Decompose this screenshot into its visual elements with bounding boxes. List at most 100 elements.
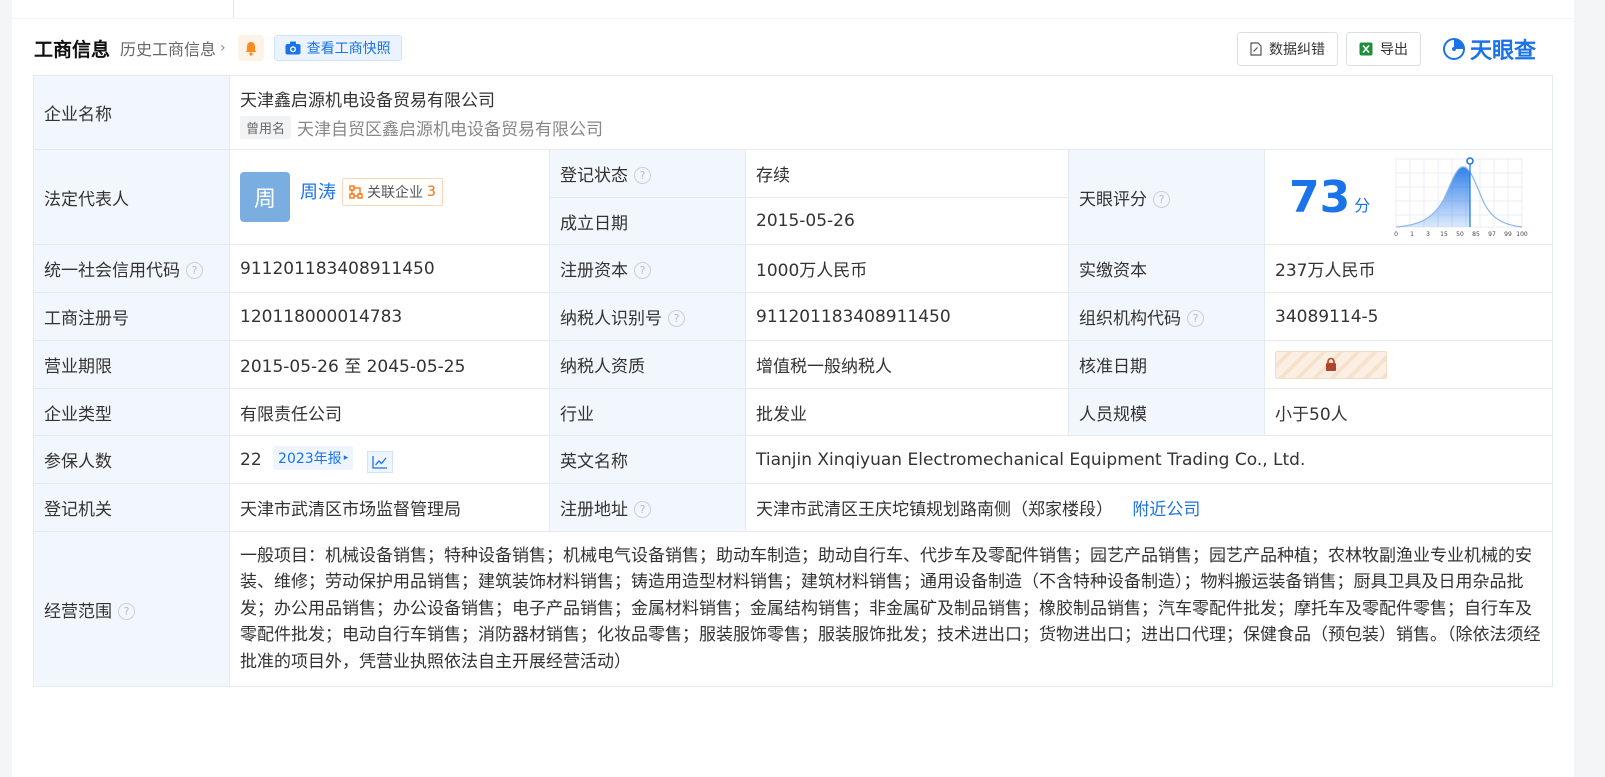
svg-text:15: 15	[1440, 231, 1448, 238]
svg-text:97: 97	[1488, 231, 1496, 238]
document-edit-icon	[1250, 42, 1262, 56]
company-type-label: 企业类型	[33, 388, 230, 436]
score-unit: 分	[1354, 196, 1371, 215]
insured-value: 22	[240, 450, 262, 470]
monitor-bell-button[interactable]	[237, 35, 264, 61]
locked-value[interactable]	[1275, 350, 1387, 379]
eye-logo-icon	[1442, 38, 1465, 60]
legal-rep: 周 周涛 关联企业 3	[240, 172, 539, 222]
bell-icon	[245, 41, 257, 56]
snapshot-label: 查看工商快照	[306, 41, 391, 57]
network-icon	[349, 185, 363, 199]
approve-date-cell	[1263, 340, 1554, 389]
camera-icon	[285, 41, 301, 55]
export-button[interactable]: 导出	[1345, 32, 1421, 66]
reg-number-value: 120118000014783	[229, 292, 550, 341]
credit-code-label: 统一社会信用代码	[44, 261, 180, 281]
company-name-label: 企业名称	[33, 75, 230, 150]
help-icon[interactable]: ?	[118, 602, 135, 620]
industry-label: 行业	[549, 388, 746, 436]
reg-capital-label-cell: 注册资本?	[549, 244, 746, 293]
table-row: 企业类型 有限责任公司 行业 批发业 人员规模 小于50人	[33, 388, 1554, 436]
trend-chart-button[interactable]	[366, 451, 393, 473]
top-tab-strip	[12, 0, 1574, 18]
excel-icon	[1359, 42, 1373, 56]
logo-text: 天眼查	[1469, 39, 1536, 64]
status-value: 存续	[745, 149, 1069, 198]
table-row: 登记机关 天津市武清区市场监督管理局 注册地址? 天津市武清区王庆坨镇规划路南侧…	[33, 483, 1554, 532]
paid-capital-label: 实缴资本	[1068, 244, 1265, 293]
help-icon[interactable]: ?	[634, 167, 651, 184]
avatar[interactable]: 周	[240, 172, 290, 222]
address-label: 注册地址	[560, 500, 628, 520]
score-value: 73	[1289, 171, 1351, 223]
term-value: 2015-05-26 至 2045-05-25	[229, 340, 550, 389]
svg-text:3: 3	[1426, 231, 1430, 238]
help-icon[interactable]: ?	[634, 501, 651, 518]
snapshot-button[interactable]: 查看工商快照	[273, 35, 402, 61]
line-chart-icon	[371, 456, 387, 469]
company-type-value: 有限责任公司	[229, 388, 550, 436]
help-icon[interactable]: ?	[668, 310, 685, 327]
caret-right-icon: ▸	[343, 453, 349, 463]
tianyan-score[interactable]: 73 分 0 1 3 15 50 85 97 99 100	[1275, 155, 1542, 239]
status-label: 登记状态	[560, 166, 628, 186]
taxpayer-id-label: 纳税人识别号	[560, 309, 662, 329]
tianyancha-logo: 天眼查	[1441, 33, 1536, 65]
org-code-value: 34089114-5	[1263, 292, 1554, 341]
score-cell: 73 分 0 1 3 15 50 85 97 99 100	[1263, 149, 1554, 245]
section-header: 工商信息 历史工商信息 › 查看工商快照	[34, 33, 402, 63]
score-label-cell: 天眼评分?	[1068, 149, 1265, 245]
help-icon[interactable]: ?	[1187, 310, 1204, 327]
established-value: 2015-05-26	[745, 197, 1069, 245]
address-cell: 天津市武清区王庆坨镇规划路南侧（郑家楼段） 附近公司	[744, 483, 1554, 532]
paid-capital-value: 237万人民币	[1263, 244, 1554, 293]
legal-rep-name[interactable]: 周涛	[300, 178, 336, 204]
svg-text:1: 1	[1410, 231, 1414, 238]
credit-code-value: 911201183408911450	[229, 244, 550, 293]
svg-text:99: 99	[1504, 231, 1512, 238]
related-companies-badge[interactable]: 关联企业 3	[342, 178, 443, 206]
legal-rep-cell: 周 周涛 关联企业 3	[229, 149, 550, 245]
score-curve-ticks: 0 1 3 15 50 85 97 99 100	[1394, 231, 1528, 238]
chevron-right-icon: ›	[220, 40, 226, 56]
table-row: 经营范围? 一般项目：机械设备销售；特种设备销售；机械电气设备销售；助动车制造；…	[33, 531, 1554, 687]
english-name-value: Tianjin Xinqiyuan Electromechanical Equi…	[744, 435, 1554, 484]
help-icon[interactable]: ?	[634, 262, 651, 279]
scope-label-cell: 经营范围?	[33, 531, 230, 687]
nearby-companies-link[interactable]: 附近公司	[1132, 500, 1200, 520]
data-correction-label: 数据纠错	[1268, 42, 1325, 58]
staff-size-value: 小于50人	[1263, 388, 1554, 436]
table-row: 营业期限 2015-05-26 至 2045-05-25 纳税人资质 增值税一般…	[33, 340, 1554, 389]
table-row: 统一社会信用代码? 911201183408911450 注册资本? 1000万…	[33, 244, 1554, 293]
address-label-cell: 注册地址?	[549, 483, 746, 532]
taxpayer-id-value: 911201183408911450	[745, 292, 1069, 341]
established-label: 成立日期	[549, 197, 746, 245]
legal-rep-label: 法定代表人	[33, 149, 230, 245]
lock-icon	[1326, 357, 1336, 371]
table-row: 法定代表人 周 周涛 关联企业 3 登记状态? 存续 天眼评分? 73 分 0 …	[33, 149, 1554, 245]
related-count: 3	[427, 184, 436, 200]
svg-text:85: 85	[1472, 231, 1480, 238]
taxpayer-type-label: 纳税人资质	[549, 340, 746, 389]
reg-capital-label: 注册资本	[560, 261, 628, 281]
history-link-label: 历史工商信息	[120, 40, 217, 59]
help-icon[interactable]: ?	[186, 262, 203, 279]
export-label: 导出	[1379, 42, 1408, 58]
table-row: 工商注册号 120118000014783 纳税人识别号? 9112011834…	[33, 292, 1554, 341]
industry-value: 批发业	[745, 388, 1069, 436]
help-icon[interactable]: ?	[1153, 190, 1170, 208]
header-actions: 数据纠错 导出 天眼查	[1236, 32, 1536, 66]
staff-size-label: 人员规模	[1068, 388, 1265, 436]
scope-label: 经营范围	[44, 601, 112, 622]
term-label: 营业期限	[33, 340, 230, 389]
former-name-row: 曾用名 天津自贸区鑫启源机电设备贸易有限公司	[240, 115, 1542, 140]
insured-label: 参保人数	[33, 435, 230, 484]
history-link[interactable]: 历史工商信息 ›	[120, 36, 226, 60]
data-correction-button[interactable]: 数据纠错	[1236, 32, 1338, 66]
company-name-cell: 天津鑫启源机电设备贸易有限公司 曾用名 天津自贸区鑫启源机电设备贸易有限公司	[228, 75, 1554, 150]
scope-value: 一般项目：机械设备销售；特种设备销售；机械电气设备销售；助动车制造；助动自行车、…	[228, 531, 1554, 687]
table-row: 企业名称 天津鑫启源机电设备贸易有限公司 曾用名 天津自贸区鑫启源机电设备贸易有…	[33, 75, 1554, 150]
former-name-tag: 曾用名	[240, 115, 292, 139]
annual-report-link[interactable]: 2023年报 ▸	[273, 446, 354, 470]
